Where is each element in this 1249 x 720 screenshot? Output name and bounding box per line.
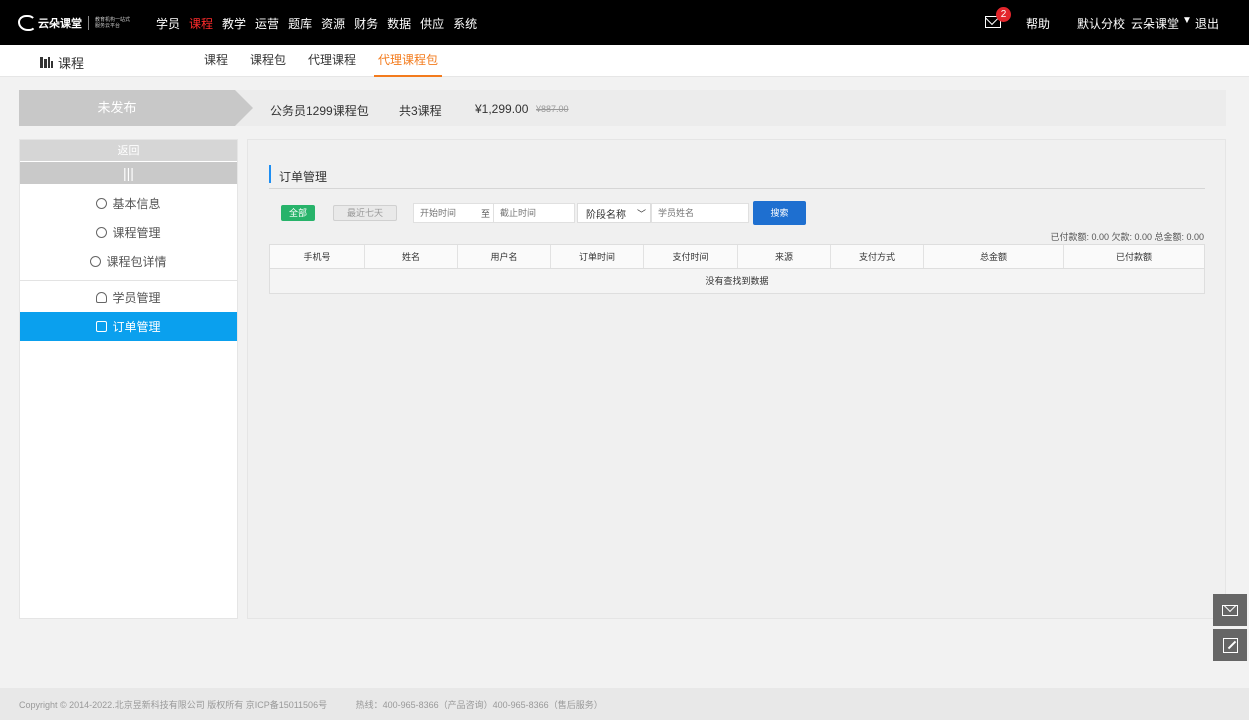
user-menu: 默认分校 云朵课堂 ▼ 退出: [1077, 15, 1219, 32]
nav-item-supply[interactable]: 供应: [420, 15, 444, 32]
chevron-down-icon: ﹀: [636, 208, 646, 219]
mail-icon: [1222, 604, 1238, 616]
order-list-icon: [96, 321, 108, 332]
sidebar-item-basic-info[interactable]: 基本信息: [20, 189, 237, 218]
column-header-order-time: 订单时间: [551, 245, 644, 268]
logo-divider: [88, 16, 89, 30]
stage-select-value: 阶段名称: [586, 209, 626, 221]
users-icon: [96, 292, 108, 303]
column-header-payment-time: 支付时间: [644, 245, 738, 268]
order-management-panel: 订单管理 全部 最近七天 至 阶段名称 ﹀ 搜索 已付款额: 0.00 欠款: …: [247, 139, 1226, 619]
package-price: ¥1,299.00: [475, 102, 529, 116]
nav-item-finance[interactable]: 财务: [354, 15, 378, 32]
panel-heading: 订单管理: [269, 165, 1205, 189]
package-original-price: ¥887.00: [536, 104, 569, 114]
main-nav: 学员 课程 教学 运营 题库 资源 财务 数据 供应 系统: [156, 15, 486, 32]
package-sidebar: 返回 ||| 基本信息 课程管理 课程包详情 学员管理 订单管理: [19, 139, 238, 619]
payment-summary: 已付款额: 0.00 欠款: 0.00 总金额: 0.00: [1050, 232, 1204, 242]
hotline-text: 热线：400-965-8366（产品咨询）400-965-8366（售后服务）: [355, 700, 603, 710]
filter-all-button[interactable]: 全部: [281, 205, 315, 221]
package-summary-bar: 未发布 公务员1299课程包 共3课程 ¥1,299.00 ¥887.00: [19, 90, 1226, 126]
tab-agent-courses[interactable]: 代理课程: [308, 45, 356, 77]
sidebar-item-student-management[interactable]: 学员管理: [20, 283, 237, 312]
brand-slogan: 教育机构一站式服务云平台: [95, 17, 131, 29]
package-name: 公务员1299课程包: [270, 104, 369, 118]
section-heading: 课程: [40, 53, 84, 72]
top-navbar: 云朵课堂 教育机构一站式服务云平台 学员 课程 教学 运营 题库 资源 财务 数…: [0, 0, 1249, 45]
column-header-username: 用户名: [458, 245, 551, 268]
nav-item-data[interactable]: 数据: [387, 15, 411, 32]
footer-text: Copyright © 2014-2022.北京昱新科技有限公司 版权所有 京I…: [19, 698, 629, 711]
publish-status-badge: 未发布: [19, 90, 253, 126]
back-button[interactable]: 返回: [20, 140, 237, 162]
column-header-total-amount: 总金额: [924, 245, 1064, 268]
column-header-name: 姓名: [365, 245, 458, 268]
float-message-button[interactable]: [1213, 594, 1247, 626]
nav-item-students[interactable]: 学员: [156, 15, 180, 32]
help-link[interactable]: 帮助: [1026, 15, 1050, 32]
stage-select[interactable]: 阶段名称 ﹀: [577, 203, 651, 223]
sidebar-item-label: 学员管理: [112, 291, 161, 305]
play-circle-icon: [96, 227, 108, 238]
sidebar-item-package-details[interactable]: 课程包详情: [20, 247, 237, 276]
nav-item-system[interactable]: 系统: [453, 15, 477, 32]
tab-course-packages[interactable]: 课程包: [250, 45, 286, 77]
column-header-payment-method: 支付方式: [831, 245, 924, 268]
branch-name: 默认分校: [1077, 17, 1126, 31]
column-header-paid-amount: 已付款额: [1115, 252, 1152, 262]
sidebar-item-label: 课程包详情: [106, 255, 167, 269]
logout-link[interactable]: 退出: [1195, 15, 1219, 32]
filter-last-seven-days-button[interactable]: 最近七天: [333, 205, 397, 221]
sidebar-item-order-management[interactable]: 订单管理: [20, 312, 237, 341]
user-name[interactable]: 云朵课堂: [1131, 15, 1179, 32]
sidebar-item-course-management[interactable]: 课程管理: [20, 218, 237, 247]
sub-header: 课程 课程 课程包 代理课程 代理课程包: [0, 45, 1249, 77]
table-header: 手机号 姓名 用户名 订单时间 支付时间 来源 支付方式 总金额 已付款额: [270, 245, 1204, 269]
package-course-count: 共3课程: [399, 104, 442, 118]
nav-item-teaching[interactable]: 教学: [222, 15, 246, 32]
column-header-source: 来源: [738, 245, 831, 268]
nav-item-resources[interactable]: 资源: [321, 15, 345, 32]
end-time-input[interactable]: [493, 203, 575, 223]
tab-courses[interactable]: 课程: [204, 45, 228, 77]
section-title: 课程: [58, 56, 85, 71]
nav-item-operations[interactable]: 运营: [255, 15, 279, 32]
collapse-toggle[interactable]: |||: [20, 162, 237, 184]
caret-down-icon[interactable]: ▼: [1182, 15, 1192, 32]
books-icon: [40, 57, 53, 68]
float-feedback-button[interactable]: [1213, 629, 1247, 661]
column-header-phone: 手机号: [270, 245, 365, 268]
sidebar-item-label: 订单管理: [112, 320, 161, 334]
heading-accent-bar: [269, 165, 271, 183]
sidebar-item-label: 基本信息: [112, 197, 161, 211]
nav-item-courses[interactable]: 课程: [189, 15, 213, 32]
detail-circle-icon: [90, 256, 102, 267]
brand-name: 云朵课堂: [38, 18, 82, 30]
order-filters: 全部 最近七天 至 阶段名称 ﹀ 搜索: [281, 201, 806, 225]
orders-table: 手机号 姓名 用户名 订单时间 支付时间 来源 支付方式 总金额 已付款额 没有…: [269, 244, 1205, 294]
edit-icon: [1222, 637, 1238, 653]
sidebar-item-label: 课程管理: [112, 226, 161, 240]
brand-logo[interactable]: 云朵课堂 教育机构一站式服务云平台: [18, 13, 133, 33]
search-button[interactable]: 搜索: [753, 201, 806, 225]
nav-item-question-bank[interactable]: 题库: [288, 15, 312, 32]
page-footer: Copyright © 2014-2022.北京昱新科技有限公司 版权所有 京I…: [0, 688, 1249, 720]
sidebar-divider: [20, 280, 237, 281]
sub-tabs: 课程 课程包 代理课程 代理课程包: [204, 45, 464, 77]
tab-agent-course-packages[interactable]: 代理课程包: [374, 45, 443, 77]
empty-state-row: 没有查找到数据: [270, 269, 1204, 293]
messages-button[interactable]: 2: [985, 7, 1011, 28]
student-name-input[interactable]: [651, 203, 749, 223]
cloud-logo-icon: [18, 15, 36, 31]
copyright-text: Copyright © 2014-2022.北京昱新科技有限公司 版权所有 京I…: [19, 700, 328, 710]
panel-title: 订单管理: [279, 170, 328, 184]
list-circle-icon: [96, 198, 108, 209]
unread-badge: 2: [996, 7, 1011, 22]
